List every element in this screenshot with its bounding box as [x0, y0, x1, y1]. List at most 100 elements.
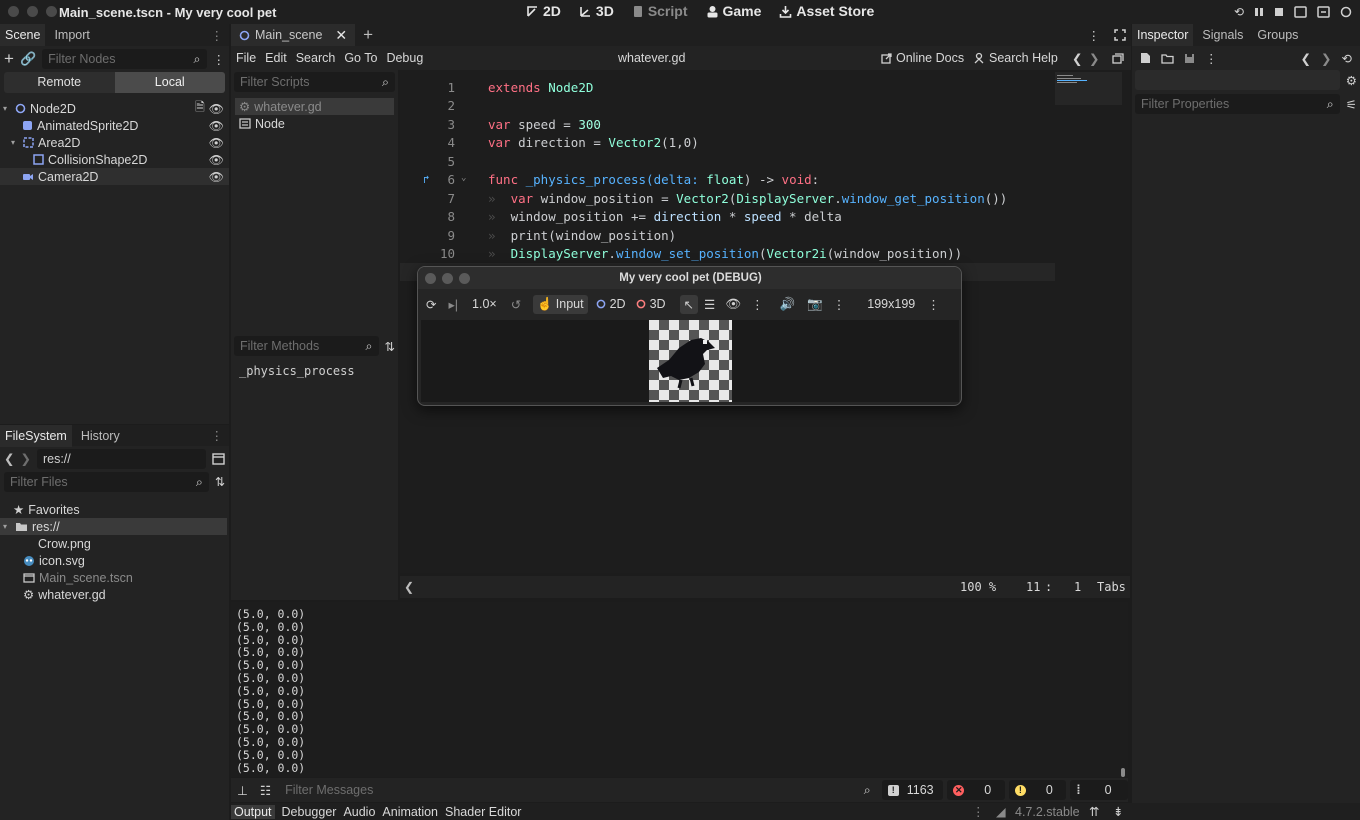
dock-menu-icon[interactable]: ⋮	[211, 428, 224, 443]
messages-count-toggle[interactable]: ! 1163	[881, 780, 944, 800]
select-cursor-icon[interactable]: ↖	[679, 294, 699, 314]
output-scrollbar[interactable]	[1121, 768, 1125, 777]
script-item-whatever[interactable]: ⚙ whatever.gd	[235, 98, 394, 115]
tree-node-area2d[interactable]: ▾ Area2D 👁	[0, 134, 229, 151]
root-folder-item[interactable]: ▾ res://	[0, 518, 227, 535]
copy-output-icon[interactable]: ☷	[260, 783, 271, 798]
script-item-node[interactable]: Node	[235, 115, 394, 132]
filter-messages-input[interactable]: Filter Messages ⌕	[279, 780, 877, 800]
object-path-field[interactable]	[1135, 70, 1340, 90]
info-count-toggle[interactable]: ⁞ 0	[1070, 780, 1128, 800]
online-docs-button[interactable]: Online Docs	[881, 51, 964, 65]
float-window-icon[interactable]	[1112, 52, 1124, 64]
tree-node-collisionshape2d[interactable]: CollisionShape2D 👁	[0, 151, 229, 168]
tab-filesystem[interactable]: FileSystem	[0, 424, 72, 447]
file-item[interactable]: Main_scene.tscn	[0, 569, 229, 586]
indent-mode[interactable]: Tabs	[1097, 580, 1126, 594]
pin-panel-icon[interactable]: ⇟	[1113, 804, 1123, 819]
tab-import[interactable]: Import	[49, 24, 94, 46]
history-forward-icon[interactable]: ❯	[1321, 51, 1331, 66]
remote-button[interactable]: Remote	[4, 71, 115, 93]
distraction-free-icon[interactable]	[1114, 29, 1126, 41]
embed-toggle-icon[interactable]: ⟳	[426, 297, 436, 312]
filter-nodes-input[interactable]: Filter Nodes ⌕	[42, 49, 207, 69]
audio-speaker-icon[interactable]: 🔊	[780, 297, 796, 312]
file-item[interactable]: icon.svg	[0, 552, 229, 569]
expand-panel-icon[interactable]: ⇈	[1089, 804, 1099, 819]
restart-icon[interactable]: ⟲	[1234, 5, 1244, 19]
filter-methods-input[interactable]: Filter Methods ⌕	[234, 336, 379, 356]
warnings-count-toggle[interactable]: ! 0	[1008, 780, 1067, 800]
add-tab-icon[interactable]: +	[363, 25, 373, 45]
menu-file[interactable]: File	[236, 51, 256, 65]
zoom-level[interactable]: 100 %	[960, 580, 996, 594]
inspector-menu-icon[interactable]: ⋮	[1205, 51, 1218, 66]
tab-output[interactable]: Output	[231, 804, 275, 819]
file-item[interactable]: ⚙ whatever.gd	[0, 586, 229, 603]
mode-3d-toggle[interactable]: 3D	[636, 297, 666, 311]
forward-icon[interactable]: ❯	[20, 451, 30, 466]
visibility-eye-icon[interactable]: 👁	[209, 170, 224, 184]
scene-options-icon[interactable]: ⋮	[213, 52, 226, 67]
minimap[interactable]	[1055, 72, 1122, 105]
panel-menu-icon[interactable]: ⋮	[972, 804, 985, 819]
visibility-eye-icon[interactable]: 👁	[209, 119, 224, 133]
pause-icon[interactable]	[1254, 7, 1264, 17]
dock-menu-icon[interactable]: ⋮	[211, 28, 224, 43]
minimize-window-button[interactable]	[27, 6, 38, 17]
menu-search[interactable]: Search	[296, 51, 336, 65]
favorites-item[interactable]: ★ Favorites	[0, 501, 229, 518]
sort-icon[interactable]: ⇅	[215, 475, 225, 489]
version-label[interactable]: 4.7.2.stable	[1015, 805, 1080, 819]
mode-game-button[interactable]: Game	[706, 3, 761, 19]
tree-node-animatedsprite2d[interactable]: AnimatedSprite2D 👁	[0, 117, 229, 134]
fold-arrow-icon[interactable]: ⌄	[461, 173, 466, 183]
tab-groups[interactable]: Groups	[1252, 24, 1303, 46]
search-help-button[interactable]: Search Help	[973, 51, 1058, 65]
visibility-eye-icon[interactable]: 👁	[209, 153, 224, 167]
path-field[interactable]: res://	[36, 448, 206, 469]
sort-methods-icon[interactable]: ⇅	[385, 339, 395, 354]
back-icon[interactable]: ❮	[4, 451, 14, 466]
maximize-window-button[interactable]	[46, 6, 57, 17]
prev-script-icon[interactable]: ❮	[1072, 51, 1082, 66]
menu-debug[interactable]: Debug	[386, 51, 423, 65]
tree-node-camera2d[interactable]: Camera2D 👁	[0, 168, 229, 185]
next-script-icon[interactable]: ❯	[1089, 51, 1099, 66]
editor-options-icon[interactable]: ⋮	[1088, 28, 1101, 43]
game-viewport[interactable]	[421, 320, 959, 402]
input-toggle-button[interactable]: ☝ Input	[533, 294, 588, 314]
inspector-options-icon[interactable]: ⚟	[1346, 97, 1357, 112]
tab-inspector[interactable]: Inspector	[1132, 24, 1194, 46]
tab-audio[interactable]: Audio	[343, 805, 375, 819]
errors-count-toggle[interactable]: ✕ 0	[947, 780, 1005, 800]
movie-maker-icon[interactable]	[1340, 6, 1352, 18]
reset-speed-icon[interactable]: ↺	[511, 297, 521, 312]
tab-animation[interactable]: Animation	[382, 805, 438, 819]
mode-asset-store-button[interactable]: Asset Store	[779, 3, 874, 19]
filter-scripts-input[interactable]: Filter Scripts ⌕	[234, 72, 395, 92]
window-options-icon[interactable]: ⋮	[927, 297, 940, 312]
script-attached-icon[interactable]: 🗎	[195, 98, 205, 119]
toggle-scripts-panel-icon[interactable]: ❮	[404, 580, 414, 594]
list-select-icon[interactable]: ☰	[704, 297, 715, 312]
mode-2d-toggle[interactable]: 2D	[596, 297, 626, 311]
mode-script-button[interactable]: Script	[632, 3, 688, 19]
method-item[interactable]: _physics_process	[239, 364, 355, 378]
new-resource-icon[interactable]	[1140, 52, 1151, 64]
tab-shader-editor[interactable]: Shader Editor	[445, 805, 521, 819]
play-custom-scene-icon[interactable]	[1317, 6, 1330, 18]
close-window-button[interactable]	[8, 6, 19, 17]
object-properties-icon[interactable]: ⚙	[1346, 73, 1357, 88]
camera-options-icon[interactable]: ⋮	[833, 297, 846, 312]
layout-toggle-icon[interactable]	[212, 452, 225, 465]
menu-edit[interactable]: Edit	[265, 51, 287, 65]
next-frame-icon[interactable]: ▸|	[448, 297, 458, 312]
clear-output-icon[interactable]: ⊥	[237, 783, 248, 798]
link-icon[interactable]: 🔗	[20, 51, 36, 67]
filter-files-input[interactable]: Filter Files ⌕	[4, 472, 209, 492]
mode-2d-button[interactable]: 2D	[526, 3, 561, 19]
close-tab-icon[interactable]: ✕	[335, 27, 347, 44]
visibility-eye-icon[interactable]: 👁	[209, 102, 224, 116]
add-node-icon[interactable]: +	[4, 49, 14, 69]
